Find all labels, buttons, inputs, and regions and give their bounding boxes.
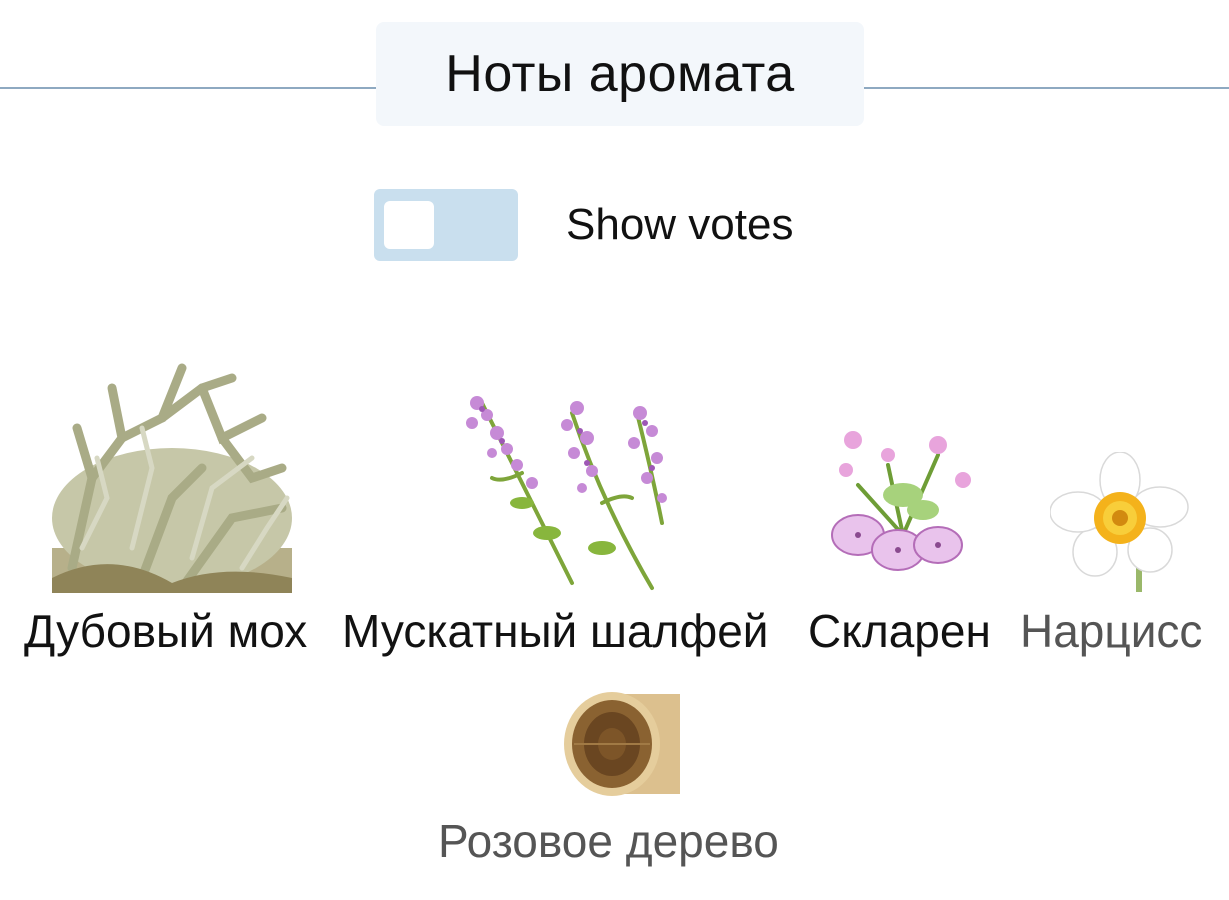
note-clary-sage[interactable]: Мускатный шалфей xyxy=(340,340,800,660)
show-votes-toggle[interactable] xyxy=(374,189,518,261)
narcissus-image xyxy=(1050,452,1189,592)
note-name: Розовое дерево xyxy=(438,815,779,867)
note-sclareol[interactable]: Скларен xyxy=(800,340,1010,660)
note-narcissus[interactable]: Нарцисс xyxy=(1010,340,1229,660)
section-title: Ноты аромата xyxy=(445,45,795,103)
note-name: Скларен xyxy=(808,605,991,657)
note-oakmoss[interactable]: Дубовый мох xyxy=(0,340,340,660)
header-divider-left xyxy=(0,87,376,89)
note-name: Мускатный шалфей xyxy=(342,605,769,657)
toggle-knob xyxy=(384,201,434,249)
section-title-box: Ноты аромата xyxy=(376,22,864,126)
clary-sage-image xyxy=(466,396,667,590)
sclareol-image xyxy=(831,431,971,571)
note-rosewood[interactable]: Розовое дерево xyxy=(420,670,820,870)
fragrance-notes-section: Ноты аромата Show votes Дубовый мох Муск… xyxy=(0,0,1229,900)
rosewood-image xyxy=(564,692,680,796)
show-votes-label: Show votes xyxy=(566,200,794,249)
oakmoss-image xyxy=(52,363,292,593)
note-name: Дубовый мох xyxy=(24,605,308,657)
header-divider-right xyxy=(864,87,1229,89)
note-name: Нарцисс xyxy=(1020,605,1203,657)
